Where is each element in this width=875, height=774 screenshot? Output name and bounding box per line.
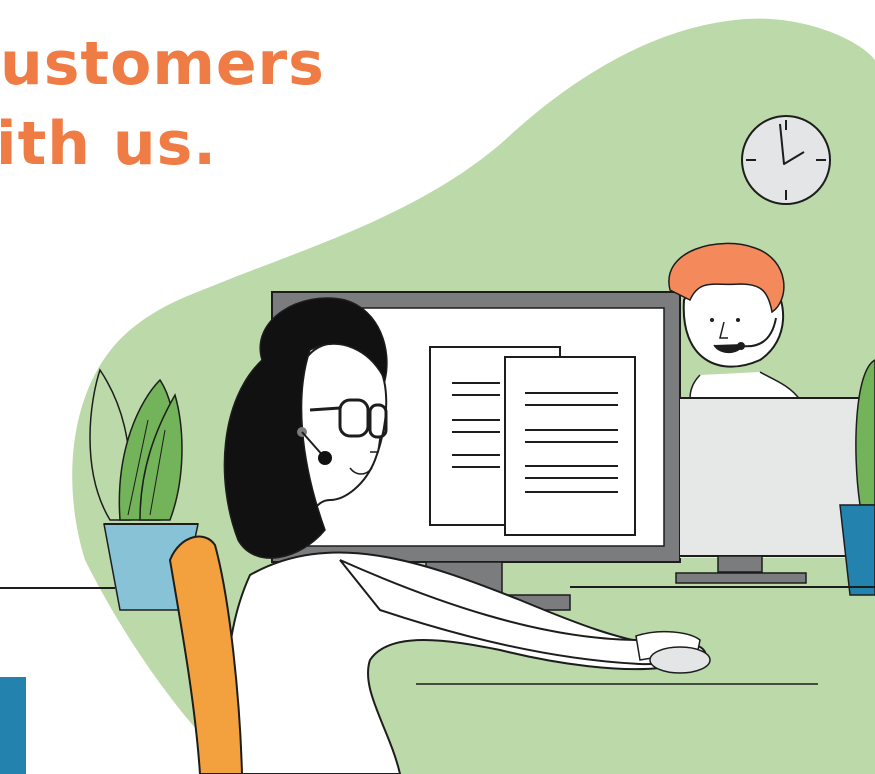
mouse-icon (649, 646, 711, 674)
wall-clock-icon (741, 115, 831, 205)
blue-side-tab (0, 677, 26, 774)
support-illustration (0, 18, 875, 774)
document-icon (429, 346, 636, 536)
